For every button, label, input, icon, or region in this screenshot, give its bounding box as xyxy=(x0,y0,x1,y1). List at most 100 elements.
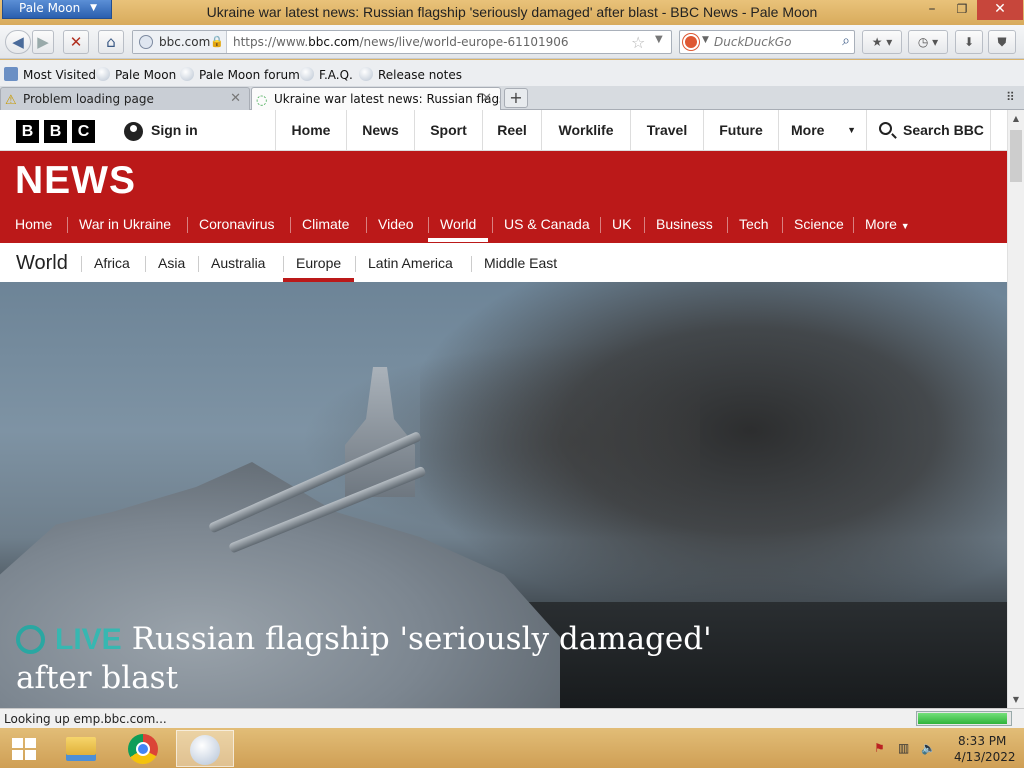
windows-logo-icon xyxy=(12,738,36,760)
search-bar[interactable]: ▼ ⌕ xyxy=(679,30,855,54)
volume-icon[interactable]: 🔈 xyxy=(921,741,936,755)
news-nav-more[interactable]: More ▼ xyxy=(853,208,922,242)
tab-bbc-news[interactable]: ◌ Ukraine war latest news: Russian flags… xyxy=(251,87,501,110)
stop-button[interactable]: ✕ xyxy=(63,30,89,54)
news-nav-world[interactable]: World xyxy=(428,208,489,242)
news-nav-home[interactable]: Home xyxy=(3,208,64,242)
news-nav-climate[interactable]: Climate xyxy=(290,208,361,242)
news-nav-us-canada[interactable]: US & Canada xyxy=(492,208,602,242)
tab-list-icon[interactable]: ⠿ xyxy=(1006,90,1015,104)
bbc-logo-b2[interactable]: B xyxy=(44,120,67,143)
account-icon[interactable] xyxy=(124,122,143,141)
tab-close-icon[interactable]: ✕ xyxy=(481,88,492,110)
news-nav-tech[interactable]: Tech xyxy=(727,208,781,242)
bookmark-release-notes[interactable]: Release notes xyxy=(359,67,462,82)
search-bbc-label: Search BBC xyxy=(903,122,984,138)
downloads-button[interactable]: ⬇ xyxy=(955,30,983,54)
live-icon xyxy=(16,625,45,654)
sign-in-link[interactable]: Sign in xyxy=(151,122,198,138)
bookmark-star-icon[interactable]: ☆ xyxy=(631,33,645,52)
bbc-logo-c[interactable]: C xyxy=(72,120,95,143)
chevron-down-icon: ▼ xyxy=(900,221,910,231)
network-icon[interactable]: ▥ xyxy=(898,741,909,755)
url-bar[interactable]: bbc.com 🔒 https://www.bbc.com/news/live/… xyxy=(132,30,672,54)
search-icon xyxy=(879,122,892,135)
headline[interactable]: LIVE Russian flagship 'seriously damaged'… xyxy=(16,620,736,697)
chrome-taskbar-button[interactable] xyxy=(116,730,172,767)
bbc-nav-news[interactable]: News xyxy=(346,110,414,150)
clock-time[interactable]: 8:33 PM xyxy=(958,734,1006,748)
bbc-logo-b1[interactable]: B xyxy=(16,120,39,143)
globe-icon xyxy=(96,67,110,81)
bookmark-pale-moon[interactable]: Pale Moon xyxy=(96,67,176,82)
news-nav-coronavirus[interactable]: Coronavirus xyxy=(187,208,286,242)
minimize-button[interactable]: – xyxy=(917,0,947,20)
tab-label: Problem loading page xyxy=(23,92,154,106)
news-nav-uk[interactable]: UK xyxy=(600,208,643,242)
subnav-australia[interactable]: Australia xyxy=(198,243,278,282)
maximize-button[interactable]: ❐ xyxy=(948,0,976,20)
url-text[interactable]: https://www.bbc.com/news/live/world-euro… xyxy=(233,31,569,53)
globe-icon xyxy=(300,67,314,81)
history-button[interactable]: ◷ ▾ xyxy=(908,30,948,54)
news-logo[interactable]: NEWS xyxy=(15,159,136,203)
world-subnav: World Africa Asia Australia Europe Latin… xyxy=(0,243,1007,282)
page-scrollbar[interactable]: ▲ ▼ xyxy=(1007,110,1024,708)
bbc-nav-home[interactable]: Home xyxy=(275,110,346,150)
addon-button[interactable]: ⛊ xyxy=(988,30,1016,54)
duckduckgo-icon[interactable] xyxy=(683,34,699,50)
search-icon[interactable]: ⌕ xyxy=(842,33,850,49)
pale-moon-taskbar-button[interactable] xyxy=(176,730,234,767)
bbc-nav-more[interactable]: More ▼ xyxy=(778,110,866,150)
bbc-nav-travel[interactable]: Travel xyxy=(630,110,703,150)
bookmark-label: F.A.Q. xyxy=(319,68,353,82)
news-nav-war-in-ukraine[interactable]: War in Ukraine xyxy=(67,208,183,242)
bbc-nav-sport[interactable]: Sport xyxy=(414,110,482,150)
url-domain: bbc.com xyxy=(308,35,360,49)
action-center-flag-icon[interactable]: ⚑ xyxy=(874,741,885,755)
warning-icon: ⚠ xyxy=(5,93,17,108)
forward-button[interactable]: ▶ xyxy=(32,30,54,54)
home-button[interactable]: ⌂ xyxy=(98,30,124,54)
clock-date[interactable]: 4/13/2022 xyxy=(954,750,1016,764)
tab-problem-loading[interactable]: ⚠ Problem loading page ✕ xyxy=(0,87,250,110)
scroll-up-arrow-icon[interactable]: ▲ xyxy=(1008,110,1024,127)
bbc-nav-future[interactable]: Future xyxy=(703,110,778,150)
bbc-header: B B C Sign in Home News Sport Reel Workl… xyxy=(0,110,1007,151)
subnav-asia[interactable]: Asia xyxy=(145,243,198,282)
subnav-middle-east[interactable]: Middle East xyxy=(471,243,570,282)
tab-bar: ⚠ Problem loading page ✕ ◌ Ukraine war l… xyxy=(0,86,1024,110)
url-dropdown-icon[interactable]: ▼ xyxy=(655,34,663,45)
news-nav-science[interactable]: Science xyxy=(782,208,856,242)
tab-close-icon[interactable]: ✕ xyxy=(230,88,241,110)
subnav-africa[interactable]: Africa xyxy=(81,243,143,282)
scrollbar-thumb[interactable] xyxy=(1010,130,1022,182)
close-button[interactable]: ✕ xyxy=(977,0,1023,20)
search-input[interactable] xyxy=(714,34,832,50)
site-identity-button[interactable]: bbc.com 🔒 xyxy=(133,31,227,53)
bookmarks-toolbar: Most Visited Pale Moon Pale Moon forum F… xyxy=(0,60,1024,86)
bookmark-most-visited[interactable]: Most Visited xyxy=(4,67,96,82)
more-label: More xyxy=(865,216,897,232)
bookmarks-button[interactable]: ★ ▾ xyxy=(862,30,902,54)
bbc-nav-worklife[interactable]: Worklife xyxy=(541,110,630,150)
search-engine-dropdown-icon[interactable]: ▼ xyxy=(702,35,709,45)
back-button[interactable]: ◀ xyxy=(5,30,31,54)
new-tab-button[interactable]: + xyxy=(504,88,528,108)
home-icon: ⌂ xyxy=(106,33,116,51)
scroll-down-arrow-icon[interactable]: ▼ xyxy=(1008,691,1024,708)
hero-image: LIVE Russian flagship 'seriously damaged'… xyxy=(0,282,1007,708)
file-explorer-taskbar-button[interactable] xyxy=(56,730,112,767)
news-nav-video[interactable]: Video xyxy=(366,208,426,242)
folder-icon xyxy=(66,737,96,761)
news-nav-business[interactable]: Business xyxy=(644,208,725,242)
app-menu-button[interactable]: Pale Moon ▼ xyxy=(2,0,112,19)
start-button[interactable] xyxy=(0,730,56,767)
section-title[interactable]: World xyxy=(16,252,68,275)
bbc-nav-reel[interactable]: Reel xyxy=(482,110,541,150)
subnav-latin-america[interactable]: Latin America xyxy=(355,243,466,282)
bookmark-faq[interactable]: F.A.Q. xyxy=(300,67,353,82)
bookmark-pale-moon-forum[interactable]: Pale Moon forum xyxy=(180,67,300,82)
subnav-europe[interactable]: Europe xyxy=(283,243,355,282)
search-bbc-button[interactable]: Search BBC xyxy=(866,110,991,150)
